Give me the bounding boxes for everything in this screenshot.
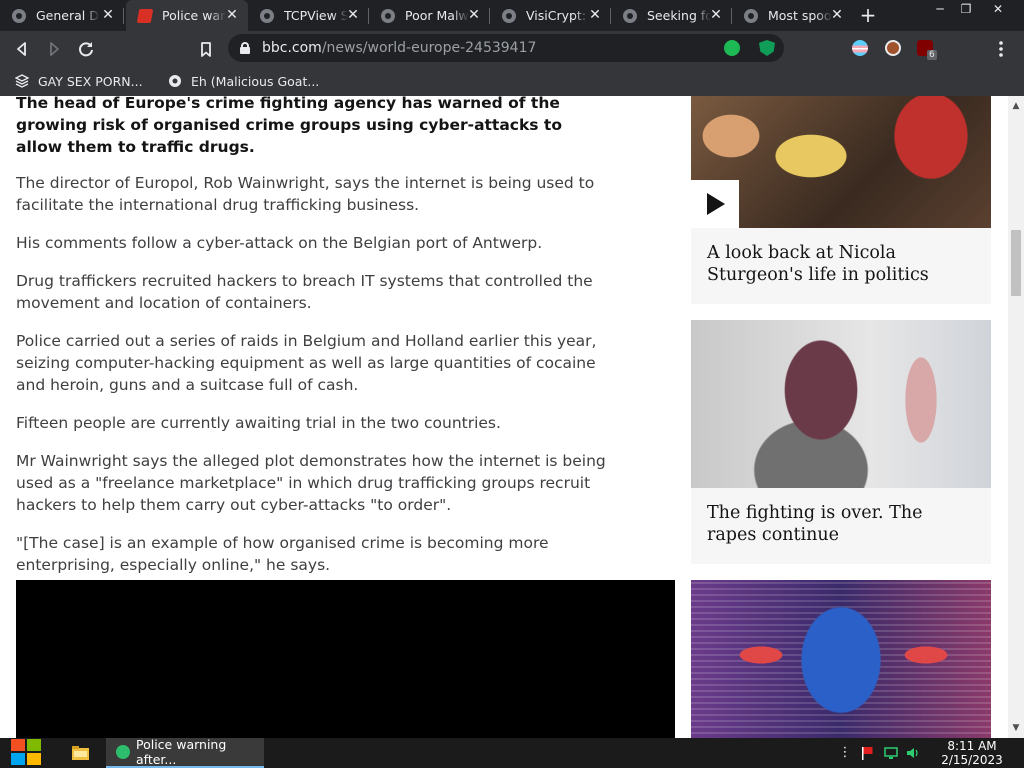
browser-app-icon bbox=[116, 745, 130, 759]
page-viewport[interactable]: The head of Europe's crime fighting agen… bbox=[0, 96, 1008, 738]
windows-taskbar: Police warning after... ⋮ 8:11 AM 2/15/2… bbox=[0, 736, 1024, 768]
tab-general-discussion[interactable]: General Discussion ✕ bbox=[0, 0, 124, 31]
scroll-down-icon[interactable]: ▼ bbox=[1008, 720, 1024, 736]
tab-close-icon[interactable]: ✕ bbox=[100, 7, 116, 23]
tab-title: TCPView Sysinternals bbox=[284, 8, 348, 23]
volume-icon[interactable] bbox=[906, 746, 920, 760]
tab-tcpview[interactable]: TCPView Sysinternals ✕ bbox=[248, 0, 369, 31]
tab-most-spooky[interactable]: Most spooky ✕ bbox=[732, 0, 853, 31]
globe-icon bbox=[12, 8, 26, 23]
file-explorer-icon[interactable] bbox=[72, 746, 89, 760]
extension-badge: 6 bbox=[927, 50, 937, 60]
system-clock[interactable]: 8:11 AM 2/15/2023 bbox=[930, 739, 1014, 767]
bookmark-label: GAY SEX PORN... bbox=[38, 73, 143, 89]
clock-time: 8:11 AM bbox=[947, 739, 997, 753]
shield-icon[interactable] bbox=[759, 40, 775, 56]
address-bar[interactable]: bbc.com/news/world-europe-24539417 bbox=[228, 34, 784, 62]
taskbar-browser-window[interactable]: Police warning after... bbox=[106, 737, 264, 768]
tab-title: Most spooky bbox=[768, 8, 832, 23]
promo-card[interactable] bbox=[691, 580, 991, 738]
globe-icon bbox=[502, 8, 516, 23]
tab-title: VisiCrypt: Free bbox=[526, 8, 590, 23]
window-close-icon[interactable]: ✕ bbox=[982, 0, 1014, 18]
tab-divider bbox=[123, 8, 124, 24]
overflow-icon[interactable]: ⋮ bbox=[838, 746, 852, 760]
globe-icon bbox=[744, 8, 758, 23]
tab-title: Poor Malware bbox=[405, 8, 469, 23]
promo-image[interactable] bbox=[691, 320, 991, 488]
scroll-up-icon[interactable]: ▲ bbox=[1008, 98, 1024, 114]
promo-title[interactable]: A look back at Nicola Sturgeon's life in… bbox=[691, 228, 991, 296]
article-intro: The head of Europe's crime fighting agen… bbox=[16, 96, 562, 156]
article-paragraph: The director of Europol, Rob Wainwright,… bbox=[16, 174, 595, 214]
globe-icon bbox=[381, 8, 395, 23]
new-tab-button[interactable]: + bbox=[858, 4, 878, 26]
article-paragraph: Drug traffickers recruited hackers to br… bbox=[16, 272, 593, 312]
video-player[interactable] bbox=[16, 580, 675, 738]
page-scrollbar[interactable]: ▲ ▼ bbox=[1008, 96, 1024, 738]
tab-poor-malware[interactable]: Poor Malware ✕ bbox=[369, 0, 490, 31]
bookmark-item[interactable]: Eh (Malicious Goat... bbox=[168, 72, 319, 90]
tab-title: Police warning after drug traffickers' c… bbox=[162, 8, 226, 23]
url-text[interactable]: bbc.com/news/world-europe-24539417 bbox=[262, 40, 536, 56]
tab-police-warning[interactable]: Police warning after drug traffickers' c… bbox=[126, 0, 248, 31]
article-paragraph: Mr Wainwright says the alleged plot demo… bbox=[16, 452, 606, 514]
layers-icon bbox=[15, 74, 29, 88]
globe-icon bbox=[623, 8, 637, 23]
globe-icon bbox=[169, 75, 181, 87]
article-paragraph: His comments follow a cyber-attack on th… bbox=[16, 234, 543, 252]
bbc-favicon-icon bbox=[136, 8, 154, 23]
play-icon[interactable] bbox=[691, 180, 739, 228]
article-paragraph: "[The case] is an example of how organis… bbox=[16, 534, 549, 574]
minimize-icon[interactable]: ─ bbox=[926, 0, 954, 18]
scrollbar-thumb[interactable] bbox=[1011, 230, 1021, 296]
menu-icon[interactable] bbox=[990, 38, 1012, 60]
browser-toolbar: bbc.com/news/world-europe-24539417 6 bbox=[0, 31, 1024, 66]
taskbar-window-title: Police warning after... bbox=[136, 737, 227, 767]
tab-close-icon[interactable]: ✕ bbox=[224, 7, 240, 23]
article-body: The head of Europe's crime fighting agen… bbox=[16, 96, 611, 592]
tab-title: General Discussion bbox=[36, 8, 100, 23]
bookmark-icon[interactable] bbox=[195, 38, 217, 60]
tab-seeking-for[interactable]: Seeking for ✕ bbox=[611, 0, 732, 31]
globe-icon bbox=[260, 8, 274, 23]
avatar-extension-icon[interactable] bbox=[885, 40, 901, 56]
promo-title[interactable]: The fighting is over. The rapes continue bbox=[691, 488, 991, 556]
clock-date: 2/15/2023 bbox=[941, 753, 1003, 767]
lock-icon[interactable] bbox=[240, 42, 250, 54]
windows-start-icon[interactable] bbox=[9, 736, 43, 768]
tab-close-icon[interactable]: ✕ bbox=[466, 7, 482, 23]
reload-icon[interactable] bbox=[75, 38, 97, 60]
tab-visicrypt[interactable]: VisiCrypt: Free ✕ bbox=[490, 0, 611, 31]
promo-image[interactable] bbox=[691, 580, 991, 738]
tab-close-icon[interactable]: ✕ bbox=[708, 7, 724, 23]
tab-close-icon[interactable]: ✕ bbox=[587, 7, 603, 23]
promo-card[interactable]: The fighting is over. The rapes continue bbox=[691, 320, 991, 564]
url-host: bbc.com bbox=[262, 40, 322, 56]
url-path: /news/world-europe-24539417 bbox=[321, 40, 537, 56]
network-icon[interactable] bbox=[884, 746, 898, 760]
flag-extension-icon[interactable] bbox=[852, 40, 868, 56]
flag-icon[interactable] bbox=[860, 746, 874, 760]
tab-close-icon[interactable]: ✕ bbox=[829, 7, 845, 23]
article-paragraph: Fifteen people are currently awaiting tr… bbox=[16, 414, 501, 432]
back-icon[interactable] bbox=[11, 38, 33, 60]
extension-green-icon[interactable] bbox=[724, 40, 740, 56]
bookmarks-bar: GAY SEX PORN... Eh (Malicious Goat... bbox=[0, 66, 1024, 96]
tab-title: Seeking for bbox=[647, 8, 711, 23]
promo-image[interactable] bbox=[691, 96, 991, 228]
tab-strip: General Discussion ✕ Police warning afte… bbox=[0, 0, 1024, 31]
promo-card[interactable]: A look back at Nicola Sturgeon's life in… bbox=[691, 96, 991, 304]
tab-close-icon[interactable]: ✕ bbox=[345, 7, 361, 23]
bookmark-label: Eh (Malicious Goat... bbox=[191, 73, 320, 89]
article-paragraph: Police carried out a series of raids in … bbox=[16, 332, 597, 394]
forward-icon[interactable] bbox=[43, 38, 65, 60]
restore-icon[interactable]: ❐ bbox=[952, 0, 980, 18]
bookmark-item[interactable]: GAY SEX PORN... bbox=[15, 72, 143, 90]
